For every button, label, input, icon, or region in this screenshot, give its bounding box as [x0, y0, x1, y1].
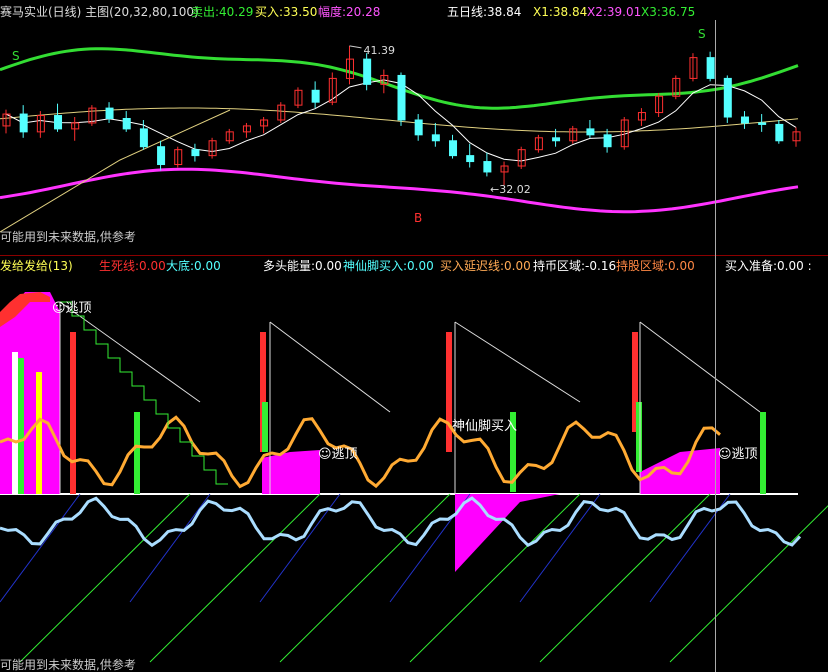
- candle-body: [157, 146, 166, 166]
- escape-label: ☺逃顶: [318, 447, 358, 462]
- shenxian-buy-label: 神仙脚买入:0.00: [343, 259, 434, 273]
- candle-body: [54, 115, 63, 130]
- bottom-warning-note: 可能用到未来数据,供参考: [0, 658, 136, 672]
- sawtooth-line: [454, 321, 581, 494]
- escape-label: ☺逃顶: [52, 301, 92, 316]
- blue-diag-line: [0, 493, 81, 603]
- candle-body: [311, 89, 320, 103]
- bottom-label: 大底:0.00: [166, 259, 221, 273]
- magenta-block: [0, 292, 60, 494]
- candlestick-chart: 41.39 ←32.02 S S B: [0, 27, 801, 233]
- hold-cash-label: 持币区域:-0.16: [533, 259, 617, 273]
- high-price-label: 41.39: [363, 44, 395, 57]
- candle-body: [552, 137, 561, 142]
- low-price-label: ←32.02: [490, 183, 531, 196]
- lower-band-line: [0, 167, 799, 214]
- staircase-line: [60, 301, 228, 485]
- buy-signal-b: B: [414, 211, 422, 225]
- panel-separator: [0, 255, 828, 256]
- candle-body: [414, 119, 423, 136]
- indicator-title: 发给发给(13): [0, 259, 73, 273]
- indicator-bar: [134, 412, 140, 494]
- candle-body: [449, 140, 458, 157]
- buy-prep-label: 买入准备:0.00 :: [725, 259, 812, 273]
- shenxian-label: 神仙脚买入: [452, 418, 517, 434]
- green-diag-line: [279, 493, 451, 663]
- escape-label: ☺逃顶: [718, 447, 758, 462]
- indicator-bar: [446, 332, 452, 452]
- blue-diag-line: [129, 493, 211, 603]
- candle-body: [139, 128, 148, 148]
- candle-body: [431, 134, 440, 142]
- indicator-bar: [636, 402, 642, 472]
- indicator-bar: [760, 412, 766, 494]
- indicator-bar: [262, 402, 268, 452]
- candle-body: [191, 149, 200, 157]
- cursor-line: [715, 20, 716, 672]
- candle-body: [105, 107, 114, 119]
- top-warning-note: 可能用到未来数据,供参考: [0, 230, 136, 244]
- magenta-block: [262, 450, 320, 494]
- sell-signal-s: S: [12, 49, 20, 63]
- green-diag-line: [539, 493, 711, 663]
- candle-body: [483, 161, 492, 173]
- candle-body: [19, 113, 28, 133]
- candle-body: [397, 74, 406, 121]
- candle-body: [758, 122, 767, 125]
- candle-body: [363, 58, 372, 85]
- high-marker: [349, 45, 362, 49]
- candle-body: [706, 57, 715, 79]
- candle-body: [603, 134, 612, 148]
- life-line-label: 生死线:0.00: [99, 259, 166, 273]
- sell-signal-s: S: [698, 27, 706, 41]
- sawtooth-line: [59, 301, 201, 494]
- indicator-bar: [12, 352, 18, 494]
- multi-energy-label: 多头能量:0.00: [263, 259, 342, 273]
- trend-line: [0, 109, 231, 233]
- signal-line: [0, 415, 721, 489]
- chart-root: 赛马实业(日线) 主图(20,32,80,100) 卖出:40.29 买入:33…: [0, 0, 828, 672]
- green-diag-line: [19, 493, 191, 663]
- blue-diag-line: [519, 493, 601, 603]
- candle-body: [775, 123, 784, 142]
- indicator-bar: [36, 372, 42, 494]
- indicator-chart: ☺逃顶☺逃顶 ☺逃顶神仙脚买入: [0, 292, 828, 663]
- indicator-bar: [18, 358, 24, 494]
- buy-delay-label: 买入延迟线:0.00: [440, 259, 531, 273]
- candle-body: [586, 128, 595, 136]
- candle-body: [122, 118, 131, 130]
- candle-body: [723, 77, 732, 118]
- candle-body: [466, 155, 475, 163]
- green-diag-line: [149, 493, 321, 663]
- lower-signal-line: [0, 496, 802, 548]
- indicator-bar: [70, 332, 76, 494]
- candle-body: [740, 116, 749, 124]
- hold-stock-label: 持股区域:0.00: [616, 259, 695, 273]
